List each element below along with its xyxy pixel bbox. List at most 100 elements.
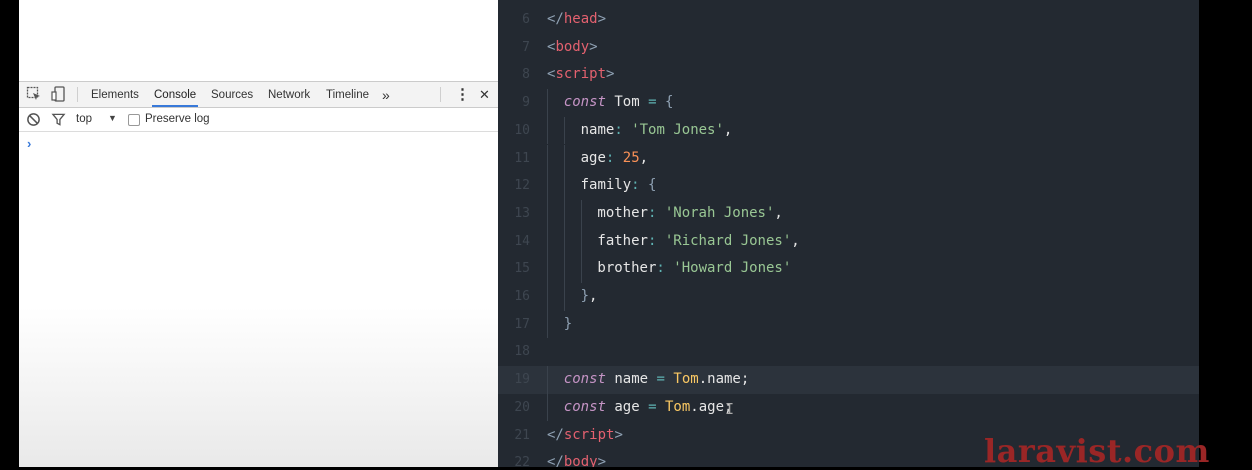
code-token: }: [563, 315, 573, 332]
context-selector[interactable]: top: [76, 113, 92, 125]
text-cursor-icon: I: [725, 400, 735, 418]
screen-glare: [19, 307, 498, 467]
code-line[interactable]: 7 <body>: [498, 34, 1199, 62]
preserve-log-checkbox[interactable]: [128, 114, 140, 126]
code-line[interactable]: 16},: [498, 283, 1199, 311]
line-number: 14: [514, 233, 530, 249]
code-line[interactable]: 18: [498, 338, 1199, 366]
code-text: </script>: [547, 422, 623, 450]
code-text: const Tom = {: [564, 89, 674, 117]
code-token: name;: [707, 371, 750, 388]
indent-guide: [547, 393, 548, 422]
code-text: const name = Tom.name;: [564, 366, 750, 394]
indent-guide: [547, 116, 548, 145]
code-line[interactable]: 6 </head>: [498, 6, 1199, 34]
indent-guide: [547, 144, 548, 173]
line-number: 9: [522, 95, 530, 111]
code-token: :: [656, 260, 665, 277]
code-token: {: [648, 177, 657, 194]
code-token: =: [648, 398, 657, 415]
code-line[interactable]: 15 brother: 'Howard Jones': [498, 255, 1199, 283]
indent-guide: [563, 199, 565, 228]
code-token: age: [580, 149, 606, 166]
code-token: >: [606, 66, 615, 83]
tab-timeline[interactable]: Timeline: [324, 82, 371, 107]
code-line[interactable]: 12 family: {: [498, 172, 1199, 200]
line-number: 13: [514, 205, 530, 221]
line-number: 21: [514, 427, 530, 443]
code-token: mother: [597, 204, 648, 221]
indent-guide: [563, 255, 565, 283]
indent-guide: [547, 227, 548, 256]
code-line[interactable]: 14 father: 'Richard Jones',: [498, 227, 1199, 256]
code-token: script: [555, 66, 607, 83]
code-token: 'Richard Jones': [664, 232, 792, 249]
console-prompt-icon[interactable]: ›: [27, 136, 31, 151]
code-token: .: [690, 398, 699, 415]
browser-pane: Elements Console Sources Network Timelin…: [19, 0, 498, 467]
device-toolbar-icon[interactable]: [51, 86, 67, 102]
more-tabs-icon[interactable]: »: [380, 82, 392, 107]
dropdown-arrow-icon[interactable]: ▼: [108, 113, 117, 123]
code-token: body: [555, 38, 590, 55]
code-token: name: [605, 371, 657, 388]
code-text: mother: 'Norah Jones',: [597, 200, 782, 228]
code-token: :: [614, 121, 623, 138]
code-line[interactable]: 17}: [498, 310, 1199, 339]
code-token: </: [547, 426, 564, 443]
indent-guide: [563, 172, 565, 200]
code-text: <script>: [547, 61, 614, 89]
code-token: >: [614, 426, 623, 443]
tab-elements[interactable]: Elements: [89, 82, 141, 107]
code-token: ,: [639, 149, 649, 166]
code-text: }: [564, 311, 572, 339]
code-line[interactable]: 13 mother: 'Norah Jones',: [498, 199, 1199, 228]
code-text: </body>: [547, 449, 606, 467]
line-number: 6: [522, 12, 530, 27]
devtools-tabbar: Elements Console Sources Network Timelin…: [19, 82, 498, 108]
code-token: }: [580, 288, 590, 304]
tab-sources[interactable]: Sources: [209, 82, 255, 107]
indent-guide: [563, 116, 565, 145]
filter-icon[interactable]: [51, 112, 67, 128]
indent-guide: [563, 283, 565, 311]
code-text: <body>: [547, 34, 598, 62]
indent-guide: [547, 255, 548, 283]
code-text: },: [581, 283, 598, 311]
code-token: 25: [622, 149, 640, 166]
code-editor[interactable]: 6 </head> 7 <body> 8 <script> 9 const Tom = {10…: [498, 0, 1199, 467]
code-token: family: [580, 177, 632, 194]
indent-guide: [547, 172, 548, 200]
close-icon[interactable]: ✕: [477, 82, 492, 107]
code-token: Tom: [673, 371, 699, 388]
tab-network[interactable]: Network: [266, 82, 312, 107]
line-number: 19: [514, 372, 530, 388]
code-line[interactable]: 20 const age = Tom.age;: [498, 393, 1199, 422]
kebab-menu-icon[interactable]: ⋮: [453, 82, 472, 107]
clear-console-icon[interactable]: [26, 112, 42, 128]
indent-guide: [547, 366, 548, 394]
code-line[interactable]: 9 const Tom = {: [498, 89, 1199, 117]
watermark: laravist.com: [984, 432, 1210, 470]
code-line[interactable]: 11 age: 25,: [498, 144, 1199, 173]
code-token: ,: [723, 121, 733, 138]
left-border: [0, 0, 19, 467]
code-token: 'Howard Jones': [673, 260, 792, 277]
code-token: father: [597, 232, 648, 249]
code-line[interactable]: 10 name: 'Tom Jones',: [498, 116, 1199, 145]
code-token: ,: [791, 232, 800, 249]
tab-console[interactable]: Console: [152, 82, 199, 107]
line-number: 12: [514, 178, 530, 194]
indent-guide: [547, 310, 548, 339]
code-token: =: [656, 371, 665, 388]
code-line[interactable]: 8 <script>: [498, 61, 1199, 89]
code-line[interactable]: 19 const name = Tom.name;: [498, 366, 1199, 394]
code-token: Tom: [664, 398, 691, 415]
inspect-element-icon[interactable]: [26, 86, 42, 102]
line-number: 15: [514, 261, 530, 277]
